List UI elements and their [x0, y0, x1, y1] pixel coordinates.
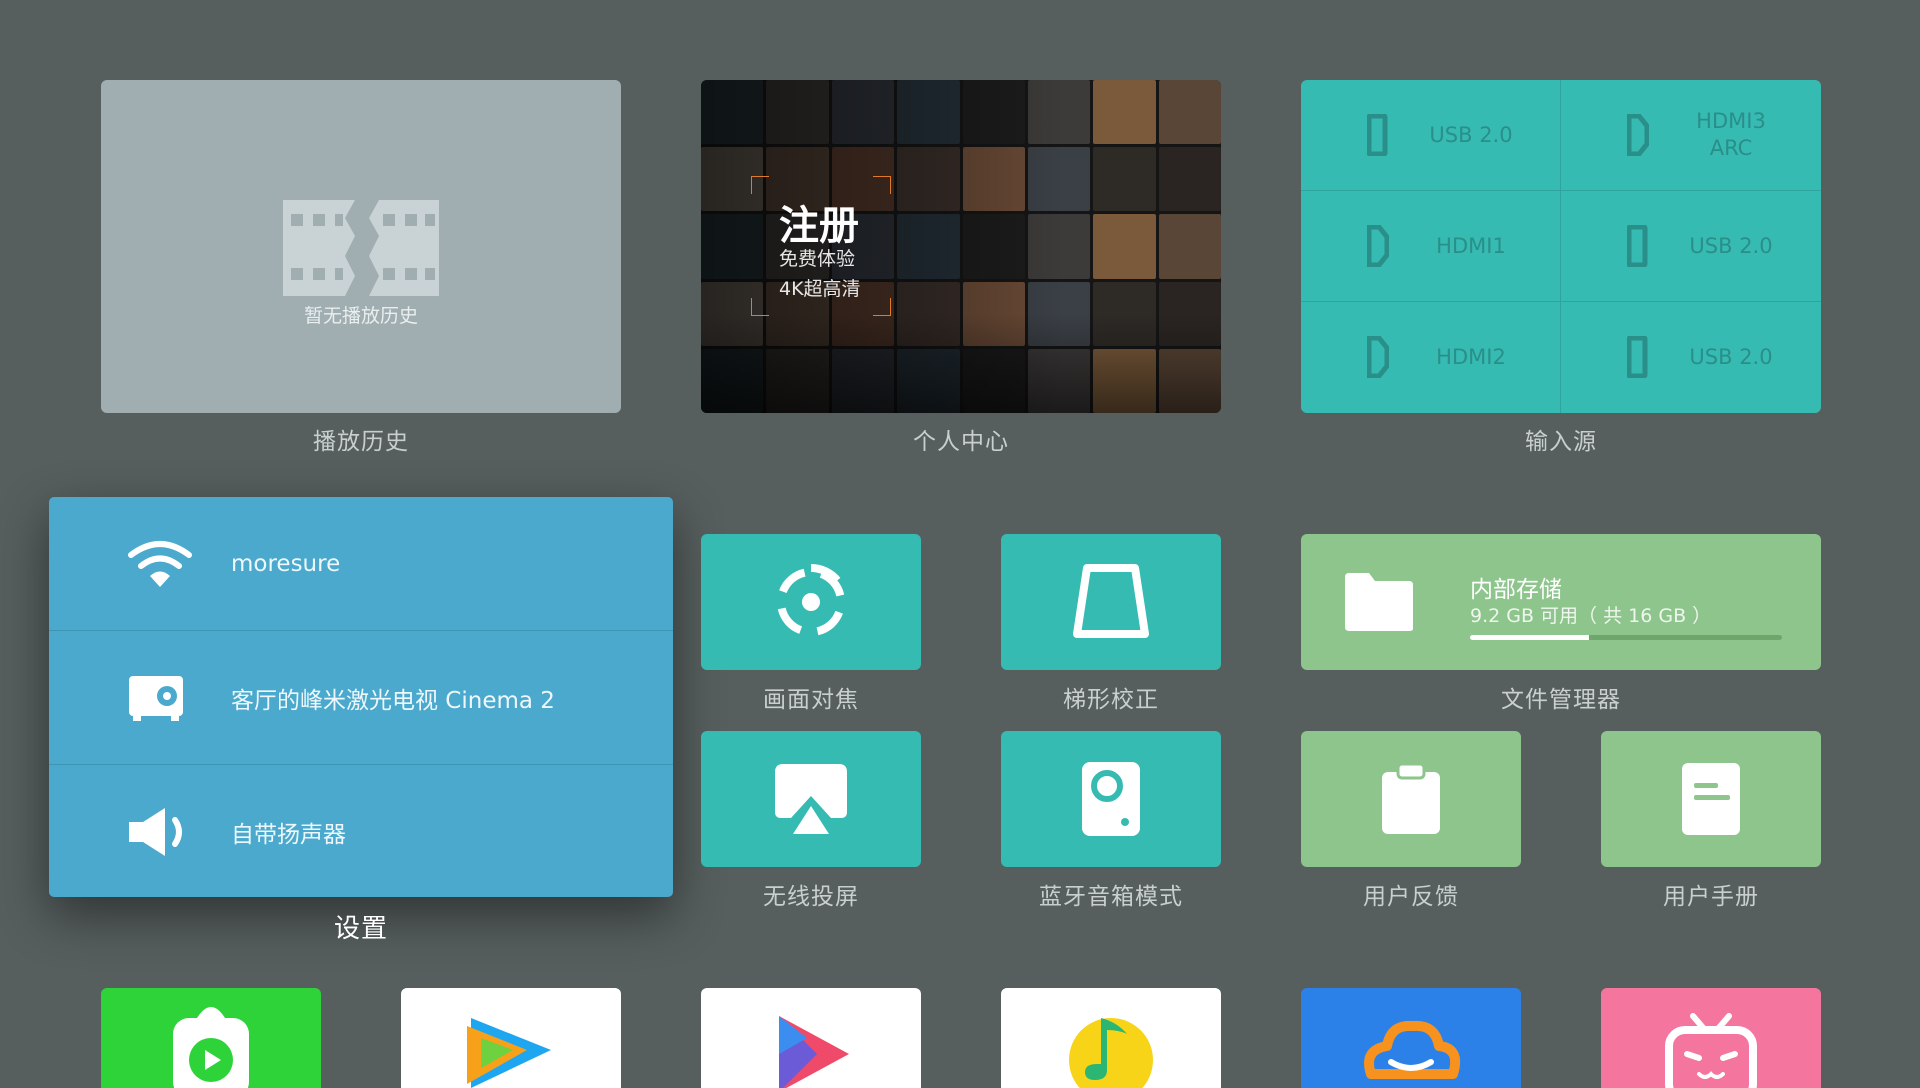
- input-source-item[interactable]: HDMI1: [1301, 191, 1561, 302]
- hdmi-port-icon: [1367, 225, 1389, 267]
- wifi-name: moresure: [231, 550, 341, 577]
- input-source-name: HDMI2: [1436, 345, 1506, 369]
- input-source-item[interactable]: USB 2.0: [1561, 191, 1821, 302]
- app-iqiyi-kids[interactable]: [101, 988, 321, 1088]
- media-player-icon: [779, 1016, 849, 1088]
- usb-port-icon: [1627, 336, 1648, 378]
- device-row[interactable]: 客厅的峰米激光电视 Cinema 2: [49, 630, 673, 764]
- storage-info: 9.2 GB 可用（ 共 16 GB ）: [1470, 605, 1712, 627]
- wireless-cast-label: 无线投屏: [763, 884, 859, 910]
- settings-card[interactable]: moresure 客厅的峰米激光电视 Cinema 2 自带扬声器: [49, 497, 673, 897]
- keystone-trapezoid-icon: [1073, 564, 1149, 638]
- screen-cast-icon: [775, 764, 847, 834]
- input-source-name: HDMI1: [1436, 233, 1506, 258]
- file-manager-label: 文件管理器: [1501, 687, 1621, 713]
- storage-title: 内部存储: [1470, 577, 1562, 603]
- folder-icon: [1345, 573, 1413, 631]
- manual-book-icon: [1682, 763, 1740, 835]
- app-tencent-video[interactable]: [401, 988, 621, 1088]
- user-center-label: 个人中心: [913, 429, 1009, 455]
- usb-port-icon: [1627, 225, 1648, 267]
- storage-usage-bar: [1470, 635, 1782, 640]
- app-bilibili[interactable]: [1601, 988, 1821, 1088]
- app-qq-music[interactable]: [1001, 988, 1221, 1088]
- device-name: 客厅的峰米激光电视 Cinema 2: [231, 687, 555, 714]
- input-source-name: USB 2.0: [1689, 345, 1773, 369]
- bluetooth-speaker-icon: [1082, 762, 1140, 836]
- input-source-item[interactable]: HDMI3 ARC: [1561, 80, 1821, 191]
- settings-label: 设置: [333, 914, 388, 944]
- input-source-item[interactable]: USB 2.0: [1301, 80, 1561, 191]
- keystone-tile[interactable]: [1001, 534, 1221, 670]
- film-strip-icon: [283, 200, 439, 296]
- free-trial-text: 免费体验: [779, 248, 856, 270]
- input-source-name: HDMI3 ARC: [1696, 109, 1766, 160]
- usb-port-icon: [1367, 114, 1388, 156]
- speaker-row[interactable]: 自带扬声器: [49, 764, 673, 897]
- wireless-cast-tile[interactable]: [701, 731, 921, 867]
- feedback-label: 用户反馈: [1363, 884, 1459, 910]
- app-cloud-karaoke[interactable]: [1301, 988, 1521, 1088]
- cloud-karaoke-icon: [1364, 1020, 1461, 1079]
- bluetooth-speaker-label: 蓝牙音箱模式: [1039, 884, 1183, 910]
- keystone-label: 梯形校正: [1063, 687, 1159, 713]
- no-history-text: 暂无播放历史: [303, 305, 418, 327]
- input-source-tile[interactable]: USB 2.0 HDMI3 ARC HDMI1 USB 2.0 HDMI2 USB 2.0: [1301, 80, 1821, 413]
- projector-icon: [129, 675, 183, 721]
- bilibili-icon: [1665, 1013, 1757, 1088]
- input-source-name: USB 2.0: [1689, 233, 1773, 258]
- focus-label: 画面对焦: [763, 687, 859, 713]
- hdmi-port-icon: [1627, 114, 1649, 156]
- user-manual-label: 用户手册: [1663, 884, 1759, 910]
- app-media-player[interactable]: [701, 988, 921, 1088]
- user-manual-tile[interactable]: [1601, 731, 1821, 867]
- tencent-video-icon: [467, 1018, 551, 1088]
- clipboard-icon: [1382, 762, 1440, 834]
- uhd-text: 4K超高清: [779, 278, 861, 300]
- input-source-item[interactable]: HDMI2: [1301, 302, 1561, 413]
- internal-storage-tile[interactable]: 内部存储 9.2 GB 可用（ 共 16 GB ）: [1301, 534, 1821, 670]
- iqiyi-kids-icon: [173, 1007, 249, 1088]
- bluetooth-speaker-tile[interactable]: [1001, 731, 1221, 867]
- feedback-tile[interactable]: [1301, 731, 1521, 867]
- speaker-name: 自带扬声器: [231, 821, 346, 848]
- play-history-tile[interactable]: 暂无播放历史: [101, 80, 621, 413]
- wifi-icon: [128, 540, 192, 587]
- wifi-row[interactable]: moresure: [49, 497, 673, 630]
- input-source-name: USB 2.0: [1429, 122, 1513, 147]
- input-source-item[interactable]: USB 2.0: [1561, 302, 1821, 413]
- register-title: 注册: [779, 203, 859, 249]
- focus-tile[interactable]: [701, 534, 921, 670]
- hdmi-port-icon: [1367, 336, 1389, 378]
- qq-music-icon: [1069, 1018, 1153, 1088]
- play-history-label: 播放历史: [313, 429, 409, 455]
- speaker-icon: [129, 807, 182, 856]
- input-source-label: 输入源: [1525, 429, 1597, 455]
- focus-target-icon: [777, 564, 849, 636]
- user-center-tile[interactable]: 注册 免费体验 4K超高清: [701, 80, 1221, 413]
